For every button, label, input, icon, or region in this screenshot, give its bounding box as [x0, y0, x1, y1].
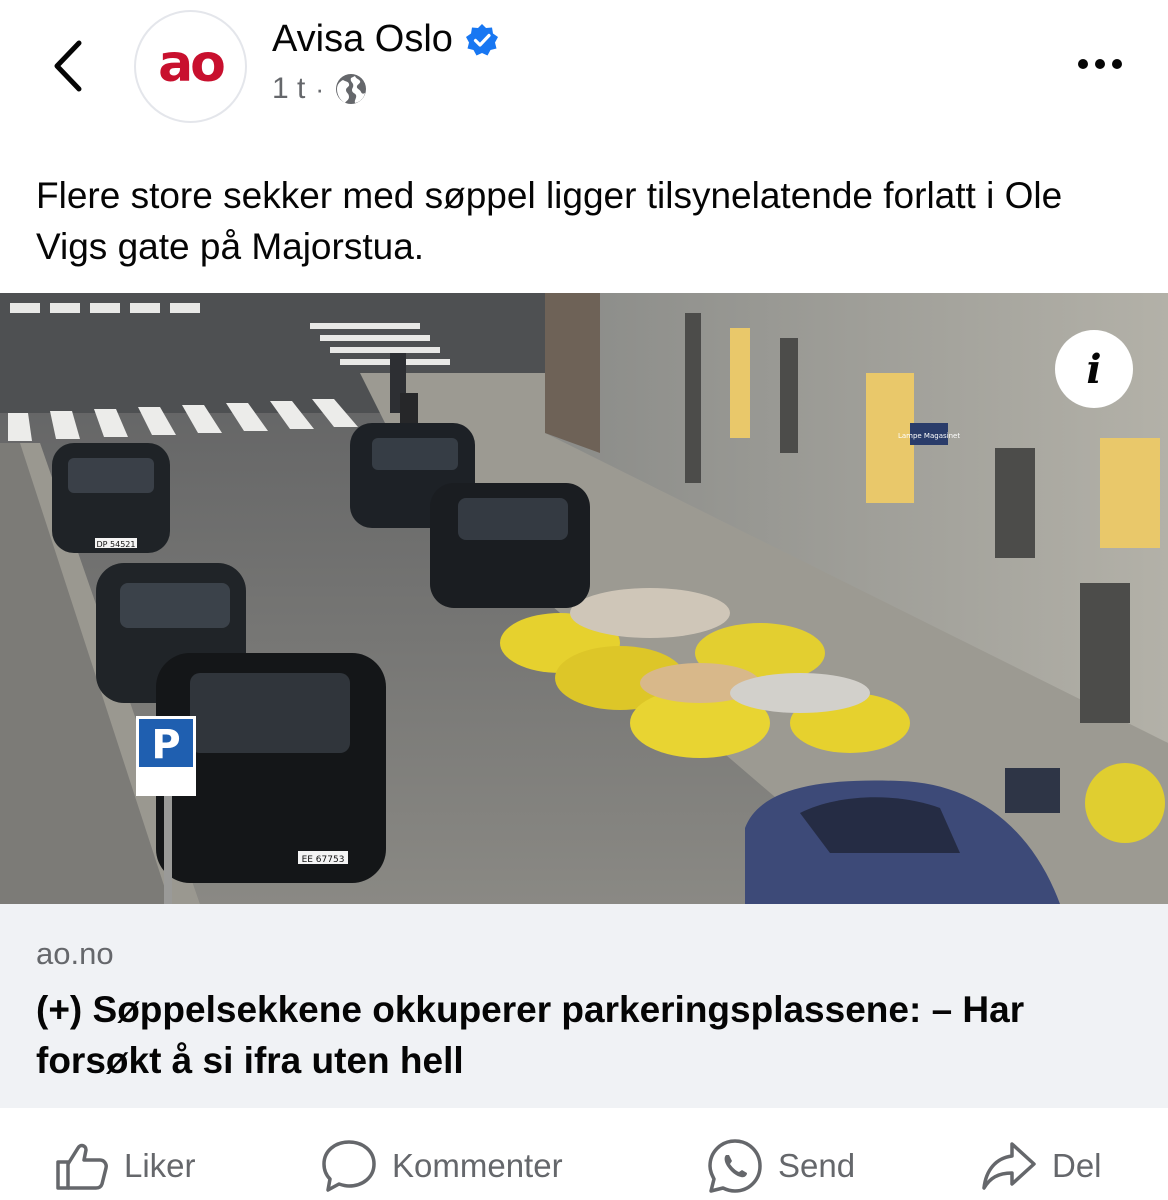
post-photo[interactable]: Lampe Magasinet DP 54521 EE 67753 P — [0, 293, 1168, 904]
action-bar: Liker Kommenter Send Del — [0, 1108, 1168, 1200]
page-name[interactable]: Avisa Oslo — [272, 18, 453, 61]
parking-sign-letter: P — [151, 722, 180, 768]
send-button[interactable]: Send — [706, 1136, 855, 1196]
post-meta: 1 t · — [272, 72, 368, 106]
street-scene-illustration: Lampe Magasinet DP 54521 EE 67753 P — [0, 293, 1168, 904]
share-label: Del — [1052, 1147, 1102, 1184]
like-button[interactable]: Liker — [54, 1136, 196, 1196]
post-time[interactable]: 1 t — [272, 72, 305, 106]
dot-icon — [1095, 59, 1105, 69]
comment-label: Kommenter — [392, 1147, 563, 1184]
meta-separator: · — [315, 73, 325, 104]
globe-icon[interactable] — [334, 72, 368, 106]
post-header: ao Avisa Oslo 1 t · — [0, 0, 1168, 150]
send-label: Send — [778, 1147, 856, 1184]
car-left-1: DP 54521 — [52, 443, 170, 553]
more-options-button[interactable] — [1064, 44, 1136, 84]
comment-icon — [322, 1140, 376, 1192]
comment-button[interactable]: Kommenter — [320, 1136, 563, 1196]
page-name-row: Avisa Oslo — [272, 18, 499, 61]
car-right-2 — [430, 483, 590, 608]
info-icon: i — [1086, 345, 1102, 393]
share-arrow-icon — [982, 1142, 1036, 1190]
link-preview-card[interactable]: ao.no (+) Søppelsekkene okkuperer parker… — [0, 904, 1168, 1108]
avatar-logo: ao — [158, 33, 226, 94]
license-plate-1: DP 54521 — [97, 540, 136, 549]
back-button[interactable] — [40, 36, 96, 96]
dot-icon — [1112, 59, 1122, 69]
license-plate-2: EE 67753 — [302, 855, 345, 865]
post-text: Flere store sekker med søppel ligger til… — [36, 175, 1063, 267]
link-domain: ao.no — [36, 936, 114, 971]
info-button[interactable]: i — [1055, 330, 1133, 408]
chevron-left-icon — [54, 40, 82, 92]
dot-icon — [1078, 59, 1088, 69]
avatar[interactable]: ao — [134, 10, 247, 123]
link-title: (+) Søppelsekkene okkuperer parkeringspl… — [36, 989, 1025, 1081]
whatsapp-icon — [708, 1139, 762, 1193]
thumbs-up-icon — [56, 1143, 108, 1190]
verified-badge-icon — [465, 23, 498, 55]
like-label: Liker — [124, 1147, 196, 1184]
share-button[interactable]: Del — [980, 1136, 1102, 1196]
shop-sign-text: Lampe Magasinet — [898, 432, 960, 440]
